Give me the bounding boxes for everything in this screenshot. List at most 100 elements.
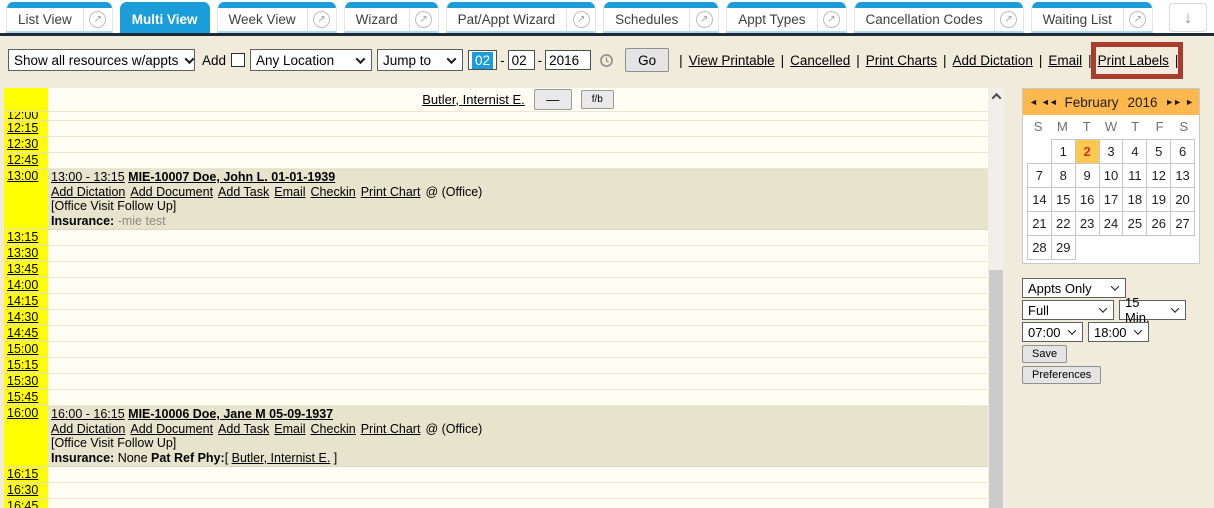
prev-double-arrow-icon[interactable]: ◄◄ [1041,97,1057,107]
calendar-day[interactable]: 6 [1170,139,1195,164]
interval-select[interactable]: 15 Min. [1119,300,1186,320]
time-link[interactable]: 15:30 [7,374,38,388]
empty-slot-cell[interactable] [48,358,988,374]
calendar-day[interactable]: 9 [1075,163,1100,188]
time-link[interactable]: 13:45 [7,262,38,276]
calendar-day[interactable]: 3 [1099,139,1124,164]
collapse-panel-button[interactable]: ↓ [1169,3,1207,32]
calendar-day[interactable]: 16 [1075,187,1100,212]
go-button[interactable]: Go [625,48,669,72]
calendar-day[interactable]: 19 [1146,187,1171,212]
tab-multi-view[interactable]: Multi View [120,2,210,33]
add-document-link[interactable]: Add Document [130,185,213,199]
open-in-new-window-icon[interactable]: ↗ [566,8,595,31]
tab-week-view[interactable]: Week View↗ [217,2,337,33]
calendar-day[interactable]: 5 [1146,139,1171,164]
scroll-up-button[interactable] [988,88,1004,105]
calendar-day[interactable]: 29 [1051,235,1076,260]
calendar-day[interactable]: 11 [1122,163,1147,188]
print-charts-link[interactable]: Print Charts [866,53,937,68]
time-link[interactable]: 14:00 [7,278,38,292]
calendar-day[interactable]: 7 [1027,163,1052,188]
email-link[interactable]: Email [1048,53,1082,68]
clock-icon[interactable] [599,53,614,68]
open-in-new-window-icon[interactable]: ↗ [994,8,1023,31]
time-link[interactable]: 15:00 [7,342,38,356]
empty-slot-cell[interactable] [48,230,988,246]
time-link[interactable]: 15:15 [7,358,38,372]
add-dictation-link[interactable]: Add Dictation [51,422,125,436]
collapse-column-button[interactable]: — [534,89,572,110]
add-task-link[interactable]: Add Task [218,422,269,436]
add-task-link[interactable]: Add Task [218,185,269,199]
jump-to-select[interactable]: Jump to [377,49,463,71]
calendar-day[interactable]: 12 [1146,163,1171,188]
calendar-day[interactable]: 10 [1099,163,1124,188]
time-link[interactable]: 12:30 [7,137,38,151]
email-link[interactable]: Email [274,185,305,199]
calendar-day[interactable]: 17 [1099,187,1124,212]
open-in-new-window-icon[interactable]: ↗ [409,8,438,31]
calendar-day[interactable]: 24 [1099,211,1124,236]
calendar-day[interactable]: 28 [1027,235,1052,260]
calendar-day-selected[interactable]: 2 [1075,139,1100,164]
empty-slot-cell[interactable] [48,278,988,294]
display-filter-select[interactable]: Appts Only [1022,278,1126,298]
save-button[interactable]: Save [1022,345,1067,363]
time-link[interactable]: 12:45 [7,153,38,167]
empty-slot-cell[interactable] [48,153,988,169]
calendar-day[interactable]: 1 [1051,139,1076,164]
time-link[interactable]: 12:00 [7,112,38,121]
date-year-input[interactable]: 2016 [545,50,591,70]
time-link[interactable]: 13:15 [7,230,38,244]
resource-filter-select[interactable]: Show all resources w/appts [8,49,195,71]
empty-slot-cell[interactable] [48,467,988,483]
date-month-input[interactable]: 02 [468,50,497,70]
calendar-day[interactable]: 27 [1170,211,1195,236]
time-link[interactable]: 14:45 [7,326,38,340]
view-printable-link[interactable]: View Printable [689,53,775,68]
time-link[interactable]: 16:45 [7,499,38,508]
tab-cancellation-codes[interactable]: Cancellation Codes↗ [854,2,1024,33]
empty-slot-cell[interactable] [48,499,988,508]
print-labels-link[interactable]: Print Labels [1098,53,1169,68]
tab-pat-appt-wizard[interactable]: Pat/Appt Wizard↗ [446,2,597,33]
tab-list-view[interactable]: List View↗ [6,2,113,33]
prev-arrow-icon[interactable]: ◄ [1029,97,1037,107]
scrollbar-thumb[interactable] [989,270,1003,508]
calendar-day[interactable]: 18 [1122,187,1147,212]
email-link[interactable]: Email [274,422,305,436]
scrollbar[interactable] [988,88,1004,508]
calendar-day[interactable]: 21 [1027,211,1052,236]
next-double-arrow-icon[interactable]: ►► [1165,97,1181,107]
print-chart-link[interactable]: Print Chart [361,185,421,199]
add-dictation-link[interactable]: Add Dictation [953,53,1033,68]
preferences-button[interactable]: Preferences [1022,366,1101,384]
tab-appt-types[interactable]: Appt Types↗ [726,2,846,33]
tab-schedules[interactable]: Schedules↗ [603,2,719,33]
size-filter-select[interactable]: Full [1022,300,1114,320]
end-time-select[interactable]: 18:00 [1088,322,1149,342]
calendar-day[interactable]: 22 [1051,211,1076,236]
patient-link[interactable]: MIE-10006 Doe, Jane M 05-09-1937 [128,407,333,421]
time-link[interactable]: 16:15 [7,467,38,481]
calendar-day[interactable]: 15 [1051,187,1076,212]
open-in-new-window-icon[interactable]: ↗ [1123,8,1152,31]
calendar-day[interactable]: 8 [1051,163,1076,188]
calendar-day[interactable]: 20 [1170,187,1195,212]
empty-slot-cell[interactable] [48,112,988,121]
calendar-day[interactable]: 4 [1122,139,1147,164]
tab-wizard[interactable]: Wizard↗ [344,2,439,33]
location-filter-select[interactable]: Any Location [250,49,372,71]
calendar-day[interactable]: 26 [1146,211,1171,236]
appointment-time-link[interactable]: 13:00 - 13:15 [51,170,125,184]
empty-slot-cell[interactable] [48,262,988,278]
patient-link[interactable]: MIE-10007 Doe, John L. 01-01-1939 [128,170,335,184]
empty-slot-cell[interactable] [48,246,988,262]
fb-button[interactable]: f/b [581,90,614,109]
empty-slot-cell[interactable] [48,121,988,137]
add-document-link[interactable]: Add Document [130,422,213,436]
empty-slot-cell[interactable] [48,390,988,406]
add-checkbox[interactable] [231,53,245,67]
time-link[interactable]: 14:15 [7,294,38,308]
